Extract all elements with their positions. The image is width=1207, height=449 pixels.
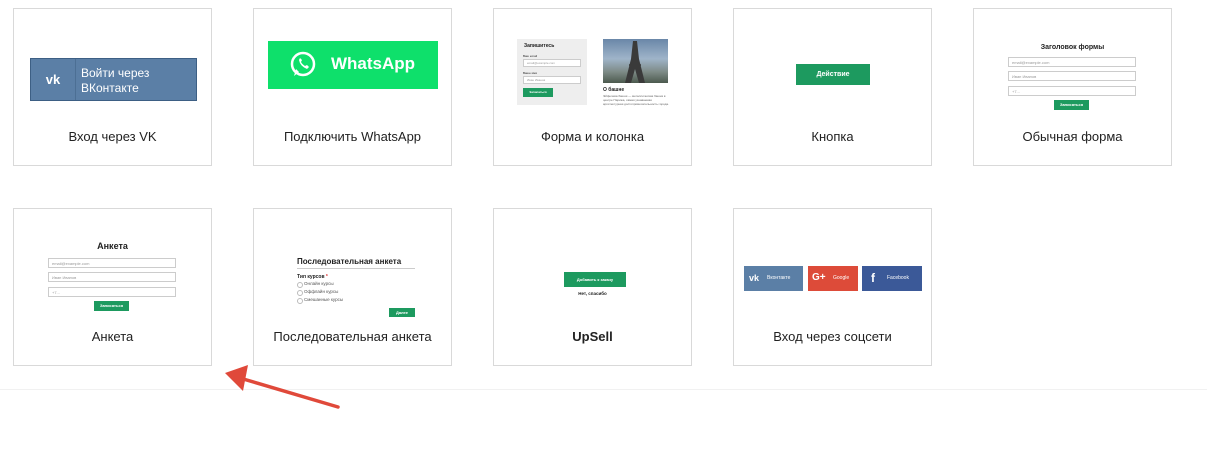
google-social-button: G+ Google — [808, 266, 858, 291]
column-text: Эйфелева башня — металлическая башня в ц… — [603, 94, 669, 106]
mini-name-field: Иван Иванов — [48, 272, 176, 282]
card-label: Форма и колонка — [540, 129, 645, 144]
mini-form-title: Анкета — [97, 241, 128, 251]
template-card-upsell[interactable]: Добавить к заказу Нет, спасибо UpSell — [493, 208, 692, 366]
template-card-social-login[interactable]: vk Вконтакте G+ Google f Facebook Вход ч… — [733, 208, 932, 366]
template-card-whatsapp[interactable]: WhatsApp Подключить WhatsApp — [253, 8, 452, 166]
preview: Действие — [734, 9, 931, 119]
template-card-button[interactable]: Действие Кнопка — [733, 8, 932, 166]
mini-name-field: Иван Иванов — [1008, 71, 1136, 81]
radio-option — [297, 290, 303, 296]
preview: Последовательная анкета Тип курсов * Онл… — [254, 209, 451, 319]
mini-email-field: email@example.com — [1008, 57, 1136, 67]
card-label: Анкета — [91, 329, 134, 344]
divider — [297, 268, 415, 269]
card-label: Кнопка — [811, 129, 854, 144]
template-card-vk-login[interactable]: vk Войти через ВКонтакте Вход через VK — [13, 8, 212, 166]
option-label: Смешанные курсы — [304, 297, 344, 302]
preview: Анкета email@example.com Иван Иванов +7.… — [14, 209, 211, 319]
mini-field-label: Ваше имя — [523, 71, 537, 75]
vk-social-button: vk Вконтакте — [744, 266, 803, 291]
mini-phone-field: +7... — [1008, 86, 1136, 96]
whatsapp-text: WhatsApp — [331, 54, 416, 73]
vk-login-button: vk Войти через ВКонтакте — [30, 58, 197, 101]
vk-icon: vk — [31, 59, 76, 100]
next-button-preview: Далее — [389, 308, 415, 317]
card-label: Обычная форма — [1022, 129, 1123, 144]
preview: vk Войти через ВКонтакте — [14, 9, 211, 119]
template-card-simple-form[interactable]: Заголовок формы email@example.com Иван И… — [973, 8, 1172, 166]
mini-field-label: Ваш email — [523, 54, 538, 58]
whatsapp-icon — [290, 51, 316, 77]
column-title: О башне — [603, 87, 625, 93]
vk-icon: vk — [749, 273, 760, 283]
mini-submit-button: Записаться — [523, 88, 553, 97]
mini-form-title: Заголовок формы — [1040, 44, 1105, 51]
card-label: UpSell — [572, 329, 613, 344]
preview: Добавить к заказу Нет, спасибо — [494, 209, 691, 319]
card-label: Вход через соцсети — [773, 329, 892, 344]
facebook-icon: f — [871, 271, 875, 285]
preview: vk Вконтакте G+ Google f Facebook — [734, 209, 931, 319]
card-label: Подключить WhatsApp — [283, 129, 422, 144]
option-label: Оффлайн курсы — [304, 289, 339, 294]
eiffel-tower-image — [603, 39, 668, 83]
decline-link-preview: Нет, спасибо — [578, 291, 607, 296]
preview: Заголовок формы email@example.com Иван И… — [974, 9, 1171, 119]
radio-option — [297, 282, 303, 288]
vk-button-text: Войти через ВКонтакте — [81, 66, 150, 95]
preview: WhatsApp — [254, 9, 451, 119]
preview: Запишитесь Ваш email email@example.com В… — [494, 9, 691, 119]
divider — [0, 389, 1207, 390]
whatsapp-button: WhatsApp — [268, 41, 438, 89]
card-label: Последовательная анкета — [273, 329, 432, 344]
option-label: Онлайн курсы — [304, 281, 334, 286]
question-label: Тип курсов * — [297, 274, 328, 280]
template-card-sequential-survey[interactable]: Последовательная анкета Тип курсов * Онл… — [253, 208, 452, 366]
action-button-preview: Действие — [796, 64, 870, 85]
add-to-order-button-preview: Добавить к заказу — [564, 272, 626, 287]
mini-email-field: email@example.com — [523, 59, 581, 67]
mini-name-field: Иван Иванов — [523, 76, 581, 84]
mini-submit-button: Записаться — [1054, 100, 1089, 110]
mini-phone-field: +7... — [48, 287, 176, 297]
card-label: Вход через VK — [68, 129, 157, 144]
mini-form-title: Последовательная анкета — [297, 257, 402, 266]
mini-form-panel: Запишитесь Ваш email email@example.com В… — [517, 39, 587, 105]
radio-option — [297, 298, 303, 304]
mini-email-field: email@example.com — [48, 258, 176, 268]
facebook-social-button: f Facebook — [862, 266, 922, 291]
google-plus-icon: G+ — [812, 272, 826, 283]
mini-submit-button: Записаться — [94, 301, 129, 311]
template-card-survey[interactable]: Анкета email@example.com Иван Иванов +7.… — [13, 208, 212, 366]
template-card-form-column[interactable]: Запишитесь Ваш email email@example.com В… — [493, 8, 692, 166]
mini-form-title: Запишитесь — [524, 43, 555, 49]
